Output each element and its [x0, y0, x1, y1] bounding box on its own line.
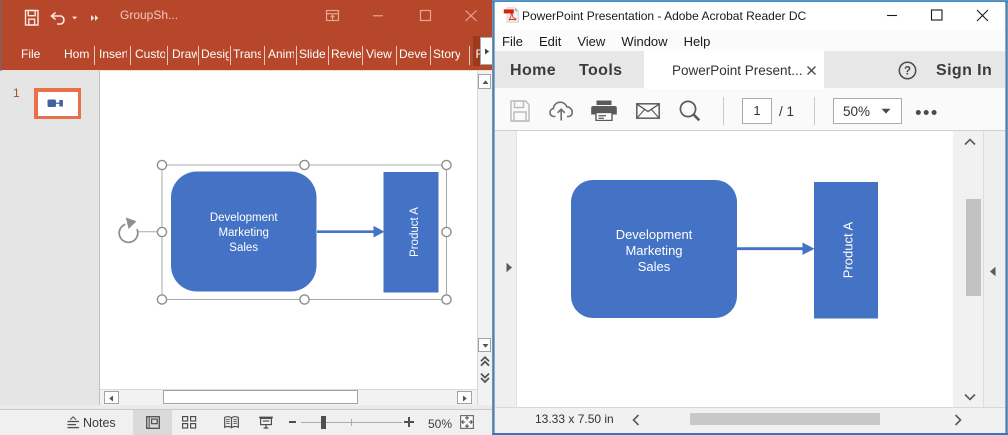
svg-text:Marketing: Marketing [625, 243, 682, 258]
svg-text:Product A: Product A [409, 207, 421, 257]
svg-text:?: ? [904, 66, 911, 78]
svg-text:Development: Development [616, 227, 693, 242]
svg-text:Product A: Product A [840, 221, 855, 278]
svg-text:Sales: Sales [638, 259, 671, 274]
svg-text:Sales: Sales [229, 242, 258, 254]
svg-text:Development: Development [210, 212, 279, 224]
svg-text:Marketing: Marketing [218, 227, 269, 239]
